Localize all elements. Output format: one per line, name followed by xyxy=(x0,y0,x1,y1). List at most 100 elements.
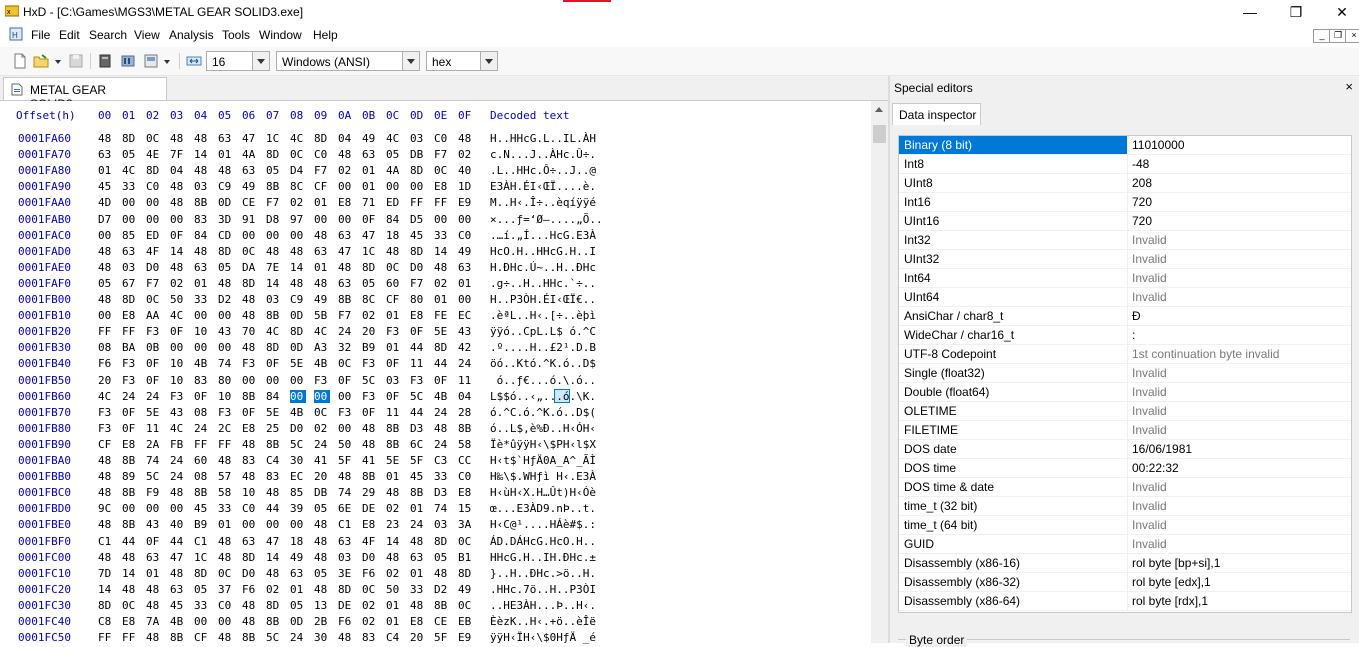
hex-byte[interactable]: F7 xyxy=(410,277,426,290)
inspector-value[interactable]: Invalid xyxy=(1132,499,1167,513)
hex-byte[interactable]: 02 xyxy=(170,277,186,290)
inspector-row[interactable]: UInt16 720 xyxy=(899,212,1351,231)
chevron-down-icon[interactable] xyxy=(480,52,497,70)
inspector-value[interactable]: rol byte [edx],1 xyxy=(1132,575,1211,589)
hex-byte[interactable]: 11 xyxy=(458,374,474,387)
inspector-value[interactable]: Invalid xyxy=(1132,423,1167,437)
hex-byte[interactable]: 20 xyxy=(314,470,330,483)
hex-byte[interactable]: 49 xyxy=(458,583,474,596)
inspector-value[interactable]: Invalid xyxy=(1132,537,1167,551)
hex-byte[interactable]: FF xyxy=(122,631,138,644)
inspector-row[interactable]: UTF-8 Codepoint 1st continuation byte inv… xyxy=(899,345,1351,364)
hex-byte[interactable]: 02 xyxy=(458,148,474,161)
hex-byte[interactable]: 0C xyxy=(146,293,162,306)
hex-byte[interactable]: 02 xyxy=(266,583,282,596)
hex-byte[interactable]: 00 xyxy=(290,374,306,387)
hex-byte[interactable]: 0C xyxy=(218,567,234,580)
hex-byte[interactable]: 37 xyxy=(218,583,234,596)
hex-byte[interactable]: 4C xyxy=(290,132,306,145)
hex-byte[interactable]: 57 xyxy=(218,470,234,483)
hex-byte[interactable]: 00 xyxy=(242,374,258,387)
decoded-text[interactable]: ..HE3ÀH...Þ..H‹. xyxy=(490,599,596,612)
inspector-type-cell[interactable]: Binary (8 bit) xyxy=(899,136,1128,154)
hex-byte[interactable]: 50 xyxy=(386,583,402,596)
hex-byte[interactable]: F3 xyxy=(122,374,138,387)
scroll-thumb[interactable] xyxy=(873,125,886,143)
hex-byte[interactable]: 00 xyxy=(314,213,330,226)
hex-byte[interactable]: E8 xyxy=(242,422,258,435)
hex-byte[interactable]: 8B xyxy=(266,438,282,451)
hex-byte[interactable]: DE xyxy=(362,502,378,515)
hex-byte[interactable]: 03 xyxy=(386,374,402,387)
hex-byte[interactable]: 03 xyxy=(434,518,450,531)
tab-data-inspector[interactable]: Data inspector xyxy=(892,103,981,125)
hex-byte[interactable]: 8D xyxy=(410,164,426,177)
hex-byte[interactable]: 48 xyxy=(170,486,186,499)
hex-byte[interactable]: 23 xyxy=(386,518,402,531)
hex-byte[interactable]: F7 xyxy=(314,164,330,177)
hex-row[interactable]: 0001FB70 F3 0F 5E 43 08 F3 0F 5E 4B 0C F3 0F 11 44 24 28… xyxy=(0,404,871,420)
inspector-row[interactable]: time_t (64 bit) Invalid xyxy=(899,516,1351,535)
hex-byte[interactable]: CF xyxy=(314,180,330,193)
hex-byte[interactable]: 63 xyxy=(146,551,162,564)
hex-byte[interactable]: F3 xyxy=(122,357,138,370)
hex-byte[interactable]: 05 xyxy=(218,261,234,274)
hex-byte[interactable]: 8B xyxy=(242,390,258,403)
hex-byte[interactable]: D3 xyxy=(410,422,426,435)
hex-byte[interactable]: 0C xyxy=(338,357,354,370)
hex-byte[interactable]: 8B xyxy=(410,486,426,499)
inspector-value[interactable]: Invalid xyxy=(1132,252,1167,266)
hex-byte[interactable]: 0F xyxy=(146,357,162,370)
hex-byte[interactable]: 04 xyxy=(338,132,354,145)
hex-byte[interactable]: A3 xyxy=(314,341,330,354)
hex-row[interactable]: 0001FBF0 C1 44 0F 44 C1 48 63 47 18 48 63 4F 14 48 8D 0C… xyxy=(0,533,871,549)
hex-byte[interactable]: 18 xyxy=(386,229,402,242)
hex-byte[interactable]: 44 xyxy=(170,535,186,548)
hex-byte[interactable]: 48 xyxy=(98,551,114,564)
scroll-up-icon[interactable] xyxy=(871,101,888,118)
decoded-text[interactable]: E3ÀH.ÉI‹ŒÏ....è. xyxy=(490,180,596,193)
hex-byte[interactable]: 4B xyxy=(314,357,330,370)
hex-byte[interactable]: 01 xyxy=(218,518,234,531)
hex-byte[interactable]: 8B xyxy=(170,631,186,644)
hex-byte[interactable]: E8 xyxy=(434,180,450,193)
hex-byte[interactable]: 48 xyxy=(314,277,330,290)
hex-byte[interactable]: 00 xyxy=(458,293,474,306)
hex-byte[interactable]: 40 xyxy=(458,164,474,177)
hex-byte[interactable]: FF xyxy=(122,325,138,338)
hex-byte[interactable]: 8B xyxy=(242,631,258,644)
hex-row[interactable]: 0001FB90 CF E8 2A FB FF FF 48 8B 5C 24 50 48 8B 6C 24 58… xyxy=(0,436,871,452)
hex-byte[interactable]: 80 xyxy=(410,293,426,306)
hex-byte[interactable]: 8D xyxy=(266,148,282,161)
hex-byte[interactable]: 05 xyxy=(194,583,210,596)
hex-byte[interactable]: F6 xyxy=(242,583,258,596)
hex-byte[interactable]: 8B xyxy=(122,486,138,499)
hex-row[interactable]: 0001FA60 48 8D 0C 48 48 63 47 1C 4C 8D 04 49 4C 03 C0 48… xyxy=(0,130,871,146)
hex-byte[interactable]: 4C xyxy=(314,325,330,338)
inspector-row[interactable]: UInt32 Invalid xyxy=(899,250,1351,269)
inspector-type-cell[interactable]: DOS time xyxy=(899,459,1128,477)
decoded-text[interactable]: .L..HHc.Ô÷..J..@ xyxy=(490,164,596,177)
hex-byte[interactable]: 5E xyxy=(386,454,402,467)
hex-byte[interactable]: 5F xyxy=(410,454,426,467)
hex-byte[interactable]: F7 xyxy=(338,309,354,322)
hex-byte[interactable]: 24 xyxy=(290,631,306,644)
hex-byte[interactable]: 43 xyxy=(218,325,234,338)
inspector-row[interactable]: Int64 Invalid xyxy=(899,269,1351,288)
hex-byte[interactable]: 48 xyxy=(218,277,234,290)
hex-byte[interactable]: 00 xyxy=(98,309,114,322)
hex-byte[interactable]: 8D xyxy=(194,567,210,580)
hex-row[interactable]: 0001FC40 C8 E8 7A 4B 00 00 48 8B 0D 2B F6 02 01 E8 CE EB… xyxy=(0,613,871,629)
inspector-row[interactable]: Double (float64) Invalid xyxy=(899,383,1351,402)
hex-byte[interactable]: 10 xyxy=(242,486,258,499)
menu-analysis[interactable]: Analysis xyxy=(169,28,214,42)
inspector-row[interactable]: DOS date 16/06/1981 xyxy=(899,440,1351,459)
hex-byte[interactable]: 48 xyxy=(98,293,114,306)
hex-byte[interactable]: FF xyxy=(434,196,450,209)
hex-byte[interactable]: 05 xyxy=(314,567,330,580)
hex-byte[interactable]: 3E xyxy=(338,567,354,580)
decoded-text[interactable]: ×...ƒ=‘Ø—....„Õ.. xyxy=(490,213,603,226)
hex-byte[interactable]: 00 xyxy=(266,518,282,531)
hex-byte[interactable]: 74 xyxy=(338,486,354,499)
hex-byte[interactable]: 00 xyxy=(434,213,450,226)
